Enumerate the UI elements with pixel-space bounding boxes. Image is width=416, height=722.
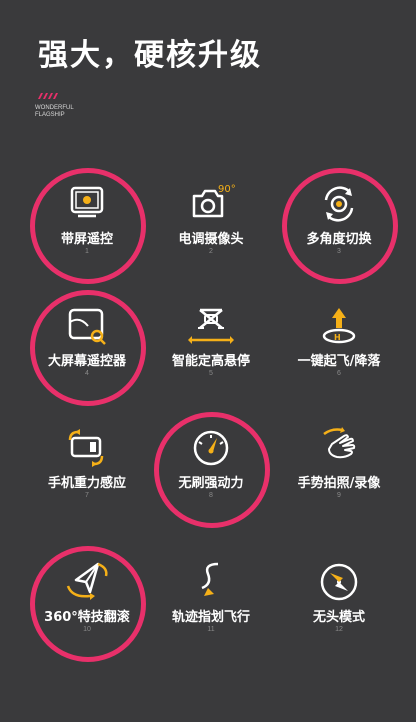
feature-number: 9: [337, 492, 341, 499]
feature-label: 轨迹指划飞行: [171, 610, 250, 625]
feature-label: 手势拍照/录像: [297, 476, 381, 491]
compass-icon: [320, 563, 358, 601]
feature-headless: 无头模式 12: [274, 538, 404, 668]
feature-label: 手机重力感应: [47, 476, 126, 491]
feature-number: 12: [335, 626, 343, 633]
feature-label: 智能定高悬停: [171, 354, 250, 369]
feature-label: 无头模式: [312, 610, 365, 625]
feature-label: 带屏遥控: [60, 232, 113, 247]
feature-takeoff: H 一键起飞/降落 6: [274, 282, 404, 412]
subtitle-line-2: FLAGSHIP: [35, 112, 65, 118]
feature-number: 11: [207, 626, 215, 633]
feature-number: 3: [337, 248, 341, 255]
feature-number: 5: [209, 370, 213, 377]
feature-brushless: 无刷强动力 8: [146, 404, 276, 534]
stripes-decoration: [38, 93, 58, 99]
feature-label: 大屏幕遥控器: [47, 354, 126, 369]
camera-90-icon: 90°: [192, 184, 236, 218]
screen-remote-icon: [70, 186, 104, 218]
feature-label: 无刷强动力: [178, 476, 244, 491]
flip-plane-icon: [66, 562, 108, 600]
feature-number: 2: [209, 248, 213, 255]
big-screen-icon: [68, 308, 106, 345]
feature-hover: 智能定高悬停 5: [146, 282, 276, 412]
feature-label: 一键起飞/降落: [297, 354, 381, 369]
trajectory-icon: [201, 562, 219, 596]
svg-text:H: H: [334, 333, 341, 342]
subtitle: WONDERFUL FLAGSHIP: [35, 105, 74, 119]
feature-number: 7: [85, 492, 89, 499]
feature-number: 6: [337, 370, 341, 377]
subtitle-line-1: WONDERFUL: [35, 105, 74, 111]
feature-screen-remote: 带屏遥控 1: [22, 160, 152, 290]
feature-label: 360°特技翻滚: [44, 610, 130, 625]
drone-hover-icon: [188, 308, 234, 344]
feature-label: 多角度切换: [306, 232, 372, 247]
feature-flip: 360°特技翻滚 10: [22, 538, 152, 668]
feature-number: 1: [85, 248, 89, 255]
feature-camera: 90° 电调摄像头 2: [146, 160, 276, 290]
angle-switch-icon: [324, 186, 354, 222]
gesture-icon: [323, 427, 356, 459]
feature-number: 10: [83, 626, 91, 633]
feature-label: 电调摄像头: [178, 232, 244, 247]
takeoff-landing-icon: H: [322, 308, 356, 344]
feature-trajectory: 轨迹指划飞行 11: [146, 538, 276, 668]
svg-text:90°: 90°: [218, 184, 236, 195]
feature-number: 8: [209, 492, 213, 499]
phone-gravity-icon: [68, 429, 104, 467]
feature-big-screen: 大屏幕遥控器 4: [22, 282, 152, 412]
speedometer-icon: [193, 430, 229, 466]
feature-number: 4: [85, 370, 89, 377]
feature-gravity: 手机重力感应 7: [22, 404, 152, 534]
page-title: 强大，硬核升级: [38, 38, 262, 73]
feature-angle-switch: 多角度切换 3: [274, 160, 404, 290]
feature-gesture: 手势拍照/录像 9: [274, 404, 404, 534]
